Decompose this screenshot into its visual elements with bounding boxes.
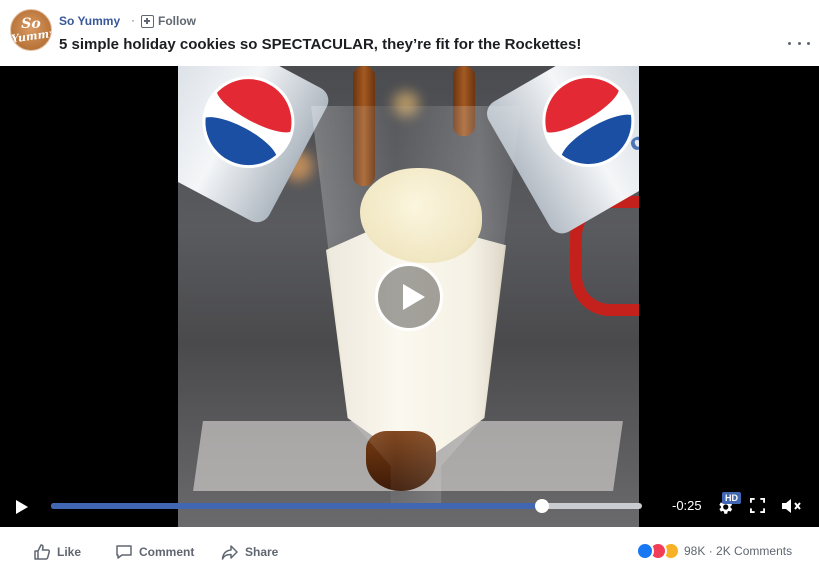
share-label: Share <box>245 545 279 559</box>
comment-button[interactable]: Comment <box>115 543 194 561</box>
big-play-icon[interactable] <box>375 263 443 331</box>
page-avatar[interactable]: So Yummy <box>10 9 52 51</box>
share-button[interactable]: Share <box>221 543 278 561</box>
post-title: 5 simple holiday cookies so SPECTACULAR,… <box>59 36 582 53</box>
soda-logo <box>186 66 311 185</box>
follow-icon <box>141 14 154 28</box>
follow-button[interactable]: Follow <box>141 13 196 29</box>
time-remaining: -0:25 <box>672 498 702 513</box>
follow-label: Follow <box>158 14 196 28</box>
page-name-link[interactable]: So Yummy <box>59 14 120 28</box>
fullscreen-icon[interactable] <box>750 498 765 513</box>
more-icon-dot <box>788 41 791 45</box>
progress-scrubber[interactable] <box>534 499 549 513</box>
video-player[interactable]: osi osi -0:25 HD <box>0 66 819 527</box>
like-button[interactable]: Like <box>33 543 81 561</box>
like-icon <box>34 544 51 560</box>
progress-fill <box>51 503 542 509</box>
volume-muted-icon[interactable] <box>781 496 803 516</box>
comment-icon <box>116 545 132 559</box>
more-icon-dot <box>797 41 801 45</box>
play-icon[interactable] <box>15 499 29 515</box>
comment-count[interactable]: 2K Comments <box>716 544 792 558</box>
progress-bar[interactable] <box>51 499 642 513</box>
hd-badge[interactable]: HD <box>722 492 741 504</box>
soda-logo <box>525 66 639 184</box>
post-footer: Like Comment Share 98K · 2K Comments <box>0 527 819 575</box>
soda-can-left: osi <box>178 66 334 228</box>
like-reaction-icon <box>636 542 654 560</box>
more-icon-dot <box>807 41 810 45</box>
share-icon <box>221 545 238 560</box>
reaction-summary[interactable]: 98K · 2K Comments <box>636 542 792 560</box>
like-label: Like <box>57 545 82 559</box>
post-header: So Yummy So Yummy · Follow 5 simple holi… <box>0 0 819 66</box>
comment-label: Comment <box>139 545 195 559</box>
separator-dot: · <box>131 13 135 27</box>
reaction-count[interactable]: 98K · 2K Comments <box>684 544 792 558</box>
reaction-count-value: 98K <box>684 544 706 558</box>
more-options-button[interactable] <box>788 36 810 50</box>
count-separator: · <box>708 544 713 558</box>
